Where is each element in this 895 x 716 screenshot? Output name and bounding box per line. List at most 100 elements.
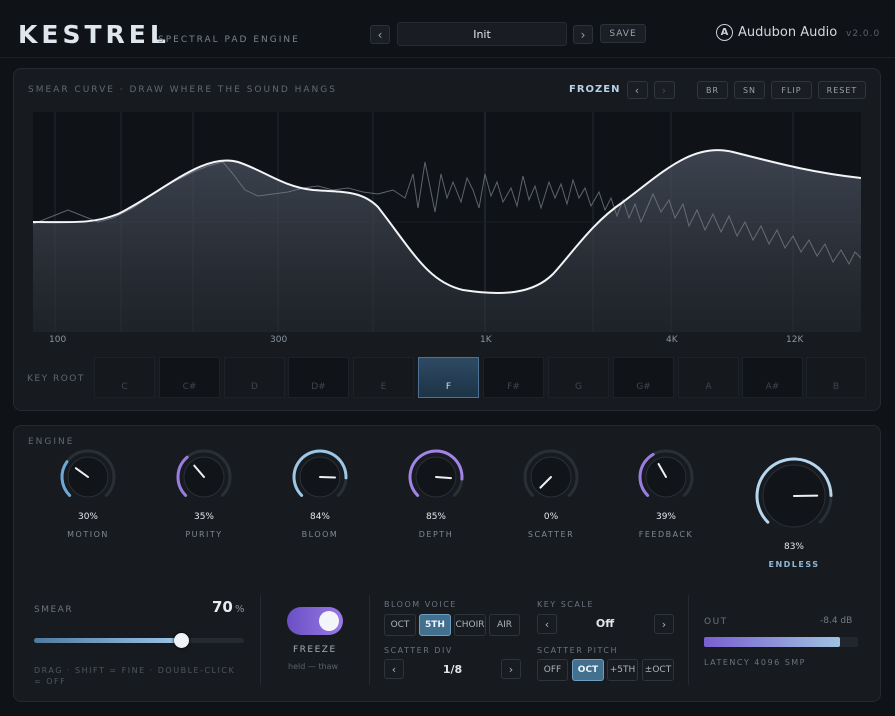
audubon-logo-icon: A	[716, 24, 733, 41]
save-button[interactable]: SAVE	[600, 24, 646, 43]
smear-slider-thumb[interactable]	[174, 633, 189, 648]
out-meter-fill	[704, 637, 840, 647]
motion-knob[interactable]	[58, 447, 118, 511]
key-d[interactable]: D	[224, 357, 285, 398]
scatter-pitch-5th[interactable]: +5TH	[607, 659, 638, 681]
bloom-label: BLOOM	[301, 530, 339, 539]
depth-label: DEPTH	[418, 530, 454, 539]
scatter-pitch-off[interactable]: OFF	[537, 659, 568, 681]
key-g[interactable]: G	[548, 357, 609, 398]
depth-knob-graphic[interactable]	[406, 447, 466, 507]
preset-name-display[interactable]: Init	[397, 22, 567, 46]
reset-button[interactable]: RESET	[818, 81, 866, 99]
feedback-label: FEEDBACK	[638, 530, 694, 539]
feedback-knob[interactable]	[636, 447, 696, 511]
br-button[interactable]: BR	[697, 81, 728, 99]
key-f-sharp[interactable]: F#	[483, 357, 544, 398]
key-c-sharp[interactable]: C#	[159, 357, 220, 398]
key-d-sharp[interactable]: D#	[288, 357, 349, 398]
company-name: Audubon Audio	[738, 25, 838, 40]
feedback-knob-graphic[interactable]	[636, 447, 696, 507]
scatter-knob-graphic[interactable]	[521, 447, 581, 507]
knob-indicator	[435, 476, 452, 480]
scatter-div-value: 1/8	[442, 663, 463, 676]
divider-2	[369, 595, 370, 685]
smear-value: 70	[212, 598, 233, 616]
key-b[interactable]: B	[806, 357, 866, 398]
smear-curve-graph[interactable]	[33, 112, 861, 332]
bloom-voice-label: BLOOM VOICE	[384, 600, 457, 609]
bloom-voice-air[interactable]: AIR	[489, 614, 520, 636]
motion-knob-graphic[interactable]	[58, 447, 118, 507]
key-a[interactable]: A	[678, 357, 739, 398]
scatter-div-label: SCATTER DIV	[384, 646, 453, 655]
smear-curve-svg[interactable]	[33, 112, 861, 332]
out-label: OUT	[704, 617, 728, 627]
flip-button[interactable]: FLIP	[771, 81, 812, 99]
divider-1	[260, 595, 261, 685]
smear-unit: %	[235, 604, 245, 615]
bloom-knob-graphic[interactable]	[290, 447, 350, 507]
purity-knob[interactable]	[174, 447, 234, 511]
freq-label-300: 300	[270, 335, 288, 345]
key-a-sharp[interactable]: A#	[742, 357, 803, 398]
depth-value: 85%	[425, 512, 446, 522]
smear-slider-fill	[34, 638, 181, 643]
latency-label: LATENCY 4096 SMP	[704, 658, 806, 667]
bloom-knob[interactable]	[290, 447, 350, 511]
key-scale-label: KEY SCALE	[537, 600, 594, 609]
bloom-voice-choir[interactable]: CHOIR	[454, 614, 486, 636]
feedback-value: 39%	[655, 512, 676, 522]
curve-prev-button[interactable]: ‹	[627, 81, 648, 99]
endless-knob-graphic[interactable]	[753, 455, 835, 537]
key-scale-next[interactable]: ›	[654, 614, 674, 634]
scatter-pitch-pm-oct[interactable]: ±OCT	[642, 659, 674, 681]
smear-hint: DRAG · SHIFT = FINE · DOUBLE-CLICK = OFF	[34, 666, 236, 686]
version-label: v2.0.0	[846, 29, 881, 39]
depth-knob[interactable]	[406, 447, 466, 511]
sn-button[interactable]: SN	[734, 81, 765, 99]
key-f[interactable]: F	[418, 357, 479, 398]
company-logo: A Audubon Audio	[716, 24, 837, 41]
smear-slider-track[interactable]	[34, 638, 244, 643]
scatter-pitch-oct[interactable]: OCT	[572, 659, 604, 681]
curve-fill	[33, 150, 861, 332]
freq-label-1k: 1K	[480, 335, 492, 345]
motion-label: MOTION	[67, 530, 109, 539]
purity-value: 35%	[193, 512, 214, 522]
key-e[interactable]: E	[353, 357, 414, 398]
brand-title: KESTREL	[18, 20, 170, 49]
bloom-voice-oct[interactable]: OCT	[384, 614, 416, 636]
key-c[interactable]: C	[94, 357, 155, 398]
preset-next-button[interactable]: ›	[573, 25, 593, 44]
freeze-hint: held — thaw	[288, 662, 339, 671]
motion-value: 30%	[77, 512, 98, 522]
endless-label: ENDLESS	[768, 560, 820, 569]
preset-prev-button[interactable]: ‹	[370, 25, 390, 44]
bloom-value: 84%	[309, 512, 330, 522]
smear-label: SMEAR	[34, 605, 74, 615]
curve-panel-title: SMEAR CURVE · DRAW WHERE THE SOUND HANGS	[28, 85, 337, 95]
freq-label-12k: 12K	[786, 335, 804, 345]
key-g-sharp[interactable]: G#	[613, 357, 674, 398]
freeze-toggle[interactable]	[287, 607, 343, 635]
purity-knob-graphic[interactable]	[174, 447, 234, 507]
frozen-status: FROZEN	[569, 84, 621, 95]
bloom-voice-5th[interactable]: 5TH	[419, 614, 451, 636]
divider-3	[688, 595, 689, 685]
freq-label-4k: 4K	[666, 335, 678, 345]
scatter-knob[interactable]	[521, 447, 581, 511]
scatter-div-prev[interactable]: ‹	[384, 659, 404, 679]
purity-label: PURITY	[185, 530, 223, 539]
endless-knob[interactable]	[753, 455, 835, 541]
key-root-label: KEY ROOT	[27, 374, 85, 384]
brand-subtitle: SPECTRAL PAD ENGINE	[158, 35, 300, 45]
scatter-label: SCATTER	[527, 530, 575, 539]
scatter-value: 0%	[543, 512, 559, 522]
key-scale-prev[interactable]: ‹	[537, 614, 557, 634]
scatter-div-next[interactable]: ›	[501, 659, 521, 679]
out-meter	[704, 637, 858, 647]
out-db: -8.4 dB	[820, 616, 853, 626]
curve-next-button[interactable]: ›	[654, 81, 675, 99]
engine-title: ENGINE	[28, 437, 75, 447]
